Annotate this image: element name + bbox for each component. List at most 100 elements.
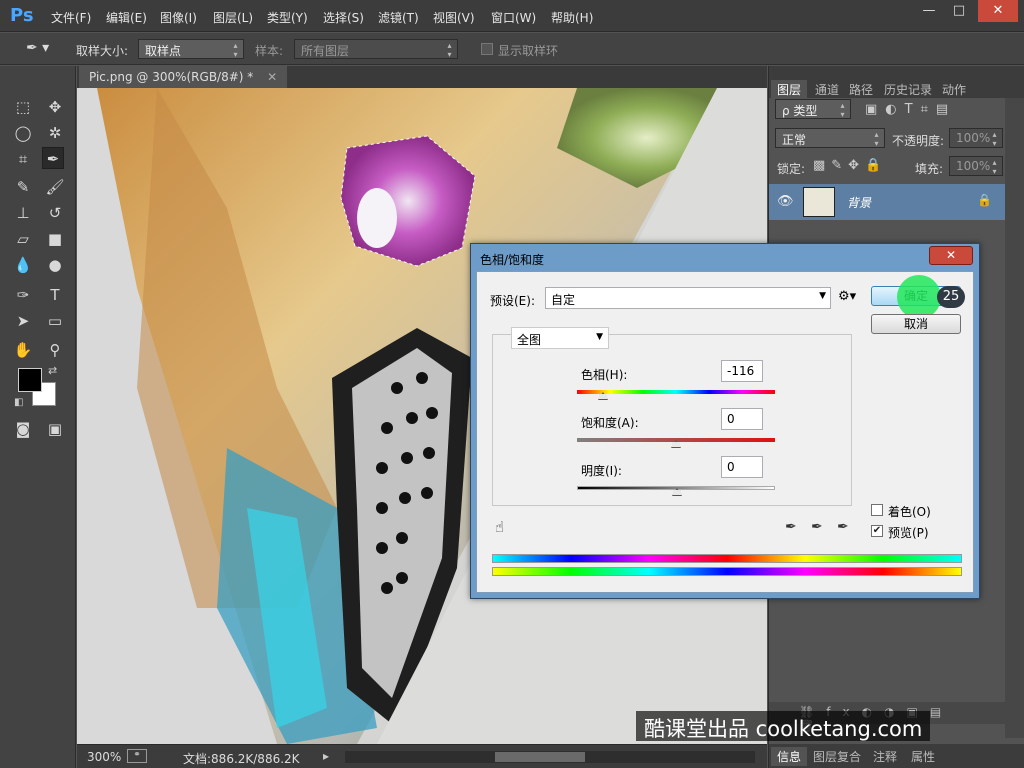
input-color-bar bbox=[492, 554, 962, 563]
sample-select[interactable]: 所有图层 bbox=[294, 39, 458, 59]
tab-actions[interactable]: 动作 bbox=[936, 80, 972, 98]
layer-filter-select[interactable]: ρ 类型 bbox=[775, 99, 851, 119]
scrollbar-thumb[interactable] bbox=[495, 752, 585, 762]
doc-info: 文档:886.2K/886.2K bbox=[183, 752, 300, 766]
brush-tool-icon[interactable]: 🖌 bbox=[44, 176, 66, 198]
menu-help[interactable]: 帮助(H) bbox=[551, 9, 593, 26]
lightness-input[interactable]: 0 bbox=[721, 456, 763, 478]
eraser-tool-icon[interactable]: ▱ bbox=[12, 228, 34, 250]
menu-file[interactable]: 文件(F) bbox=[51, 9, 91, 26]
hue-slider[interactable] bbox=[577, 390, 775, 400]
horizontal-scrollbar[interactable] bbox=[345, 751, 755, 763]
magic-wand-tool-icon[interactable]: ✲ bbox=[44, 122, 66, 144]
lightness-label: 明度(I): bbox=[581, 464, 622, 478]
crop-tool-icon[interactable]: ⌗ bbox=[12, 148, 34, 170]
layer-filter-icons[interactable]: ▣◐T⌗▤ bbox=[865, 102, 956, 117]
tab-layers[interactable]: 图层 bbox=[771, 80, 808, 98]
zoom-level[interactable]: 300% bbox=[87, 750, 121, 764]
status-menu-arrow-icon[interactable]: ▸ bbox=[323, 749, 329, 763]
tab-properties[interactable]: 属性 bbox=[911, 748, 935, 765]
preview-checkbox[interactable]: ✔ bbox=[871, 525, 883, 537]
swap-colors-icon[interactable]: ⇄ bbox=[48, 364, 57, 377]
adjustment-group bbox=[492, 334, 852, 506]
pen-tool-icon[interactable]: ✑ bbox=[12, 284, 34, 306]
preset-select[interactable]: 自定 ▼ bbox=[545, 287, 831, 309]
menu-view[interactable]: 视图(V) bbox=[433, 9, 475, 26]
sample-size-label: 取样大小: bbox=[76, 44, 129, 58]
eyedropper-icon[interactable]: ✒ bbox=[785, 519, 797, 535]
menu-image[interactable]: 图像(I) bbox=[160, 9, 197, 26]
dodge-tool-icon[interactable]: ● bbox=[44, 254, 66, 276]
hue-slider-thumb[interactable] bbox=[598, 392, 608, 400]
sample-size-select[interactable]: 取样点 bbox=[138, 39, 244, 59]
marquee-tool-icon[interactable]: ⬚ bbox=[12, 96, 34, 118]
document-tab[interactable]: Pic.png @ 300%(RGB/8#) * ✕ bbox=[79, 66, 288, 88]
tab-channels[interactable]: 通道 bbox=[809, 80, 845, 98]
tab-notes[interactable]: 注释 bbox=[873, 748, 897, 765]
fill-label: 填充: bbox=[915, 162, 944, 176]
hue-input[interactable]: -116 bbox=[721, 360, 763, 382]
lock-icons[interactable]: ▩✎✥🔒 bbox=[813, 158, 887, 173]
saturation-slider-thumb[interactable] bbox=[671, 440, 681, 448]
screen-mode-icon[interactable]: ▣ bbox=[44, 418, 66, 440]
gradient-tool-icon[interactable]: ■ bbox=[44, 228, 66, 250]
eyedropper-plus-icon[interactable]: ✒ bbox=[811, 519, 823, 535]
cancel-button[interactable]: 取消 bbox=[871, 314, 961, 334]
opacity-label: 不透明度: bbox=[892, 134, 945, 148]
dialog-close-button[interactable]: ✕ bbox=[929, 246, 973, 265]
zoom-tool-icon[interactable]: ⚲ bbox=[44, 339, 66, 361]
hand-tool-icon[interactable]: ✋ bbox=[12, 339, 34, 361]
menu-select[interactable]: 选择(S) bbox=[323, 9, 364, 26]
menu-window[interactable]: 窗口(W) bbox=[491, 9, 536, 26]
hue-label: 色相(H): bbox=[581, 368, 628, 382]
menu-filter[interactable]: 滤镜(T) bbox=[378, 9, 419, 26]
tab-layer-comps[interactable]: 图层复合 bbox=[813, 748, 861, 765]
path-selection-tool-icon[interactable]: ➤ bbox=[12, 310, 34, 332]
default-colors-icon[interactable]: ◧ bbox=[14, 397, 23, 408]
fill-value[interactable]: 100% bbox=[949, 156, 1003, 176]
maximize-button[interactable]: □ bbox=[944, 0, 974, 22]
healing-brush-tool-icon[interactable]: ✎ bbox=[12, 176, 34, 198]
options-bar: ✒ ▾ 取样大小: 取样点 样本: 所有图层 显示取样环 bbox=[0, 33, 1024, 65]
colorize-checkbox[interactable] bbox=[871, 504, 883, 516]
move-tool-icon[interactable]: ✥ bbox=[44, 96, 66, 118]
close-tab-icon[interactable]: ✕ bbox=[267, 70, 277, 84]
close-window-button[interactable]: ✕ bbox=[978, 0, 1018, 22]
channel-select[interactable]: 全图 ▼ bbox=[511, 327, 609, 349]
saturation-slider[interactable] bbox=[577, 438, 775, 448]
menu-type[interactable]: 类型(Y) bbox=[267, 9, 308, 26]
lightness-slider-thumb[interactable] bbox=[672, 488, 682, 496]
targeted-adjustment-hand-icon[interactable]: ☝ bbox=[495, 518, 504, 536]
show-ring-checkbox[interactable] bbox=[481, 43, 493, 55]
sample-label: 样本: bbox=[255, 44, 284, 58]
eyedropper-preset-icon[interactable]: ✒ ▾ bbox=[26, 40, 56, 58]
preview-label: 预览(P) bbox=[888, 526, 929, 540]
preset-value: 自定 bbox=[551, 293, 576, 307]
menu-edit[interactable]: 编辑(E) bbox=[106, 9, 147, 26]
tab-info[interactable]: 信息 bbox=[771, 747, 808, 766]
eyedropper-minus-icon[interactable]: ✒ bbox=[837, 519, 849, 535]
menu-layer[interactable]: 图层(L) bbox=[213, 9, 253, 26]
foreground-color-swatch[interactable] bbox=[18, 368, 42, 392]
blend-mode-select[interactable]: 正常 bbox=[775, 128, 885, 148]
tab-history[interactable]: 历史记录 bbox=[878, 80, 938, 98]
opacity-value[interactable]: 100% bbox=[949, 128, 1003, 148]
layer-row-background[interactable]: 👁 背景 🔒 bbox=[769, 184, 1005, 220]
quick-mask-icon[interactable]: ◙ bbox=[12, 418, 34, 440]
minimize-button[interactable]: — bbox=[914, 0, 944, 22]
saturation-input[interactable]: 0 bbox=[721, 408, 763, 430]
rectangle-tool-icon[interactable]: ▭ bbox=[44, 310, 66, 332]
preset-options-gear-icon[interactable]: ⚙▾ bbox=[838, 289, 856, 304]
dialog-body: 预设(E): 自定 ▼ ⚙▾ 全图 ▼ 色相(H): -116 饱和度(A): … bbox=[476, 271, 974, 593]
eyedropper-tool-icon[interactable]: ✒ bbox=[42, 147, 64, 169]
lightness-slider[interactable] bbox=[577, 486, 775, 496]
type-tool-icon[interactable]: T bbox=[44, 284, 66, 306]
lasso-tool-icon[interactable]: ◯ bbox=[12, 122, 34, 144]
blur-tool-icon[interactable]: 💧 bbox=[12, 254, 34, 276]
panel-scrollbar[interactable] bbox=[1005, 98, 1024, 738]
tab-paths[interactable]: 路径 bbox=[843, 80, 879, 98]
bottom-panel-tabs: 信息 图层复合 注释 属性 bbox=[769, 744, 1024, 768]
visibility-eye-icon[interactable]: 👁 bbox=[777, 194, 794, 209]
clone-stamp-tool-icon[interactable]: ⊥ bbox=[12, 202, 34, 224]
history-brush-tool-icon[interactable]: ↺ bbox=[44, 202, 66, 224]
